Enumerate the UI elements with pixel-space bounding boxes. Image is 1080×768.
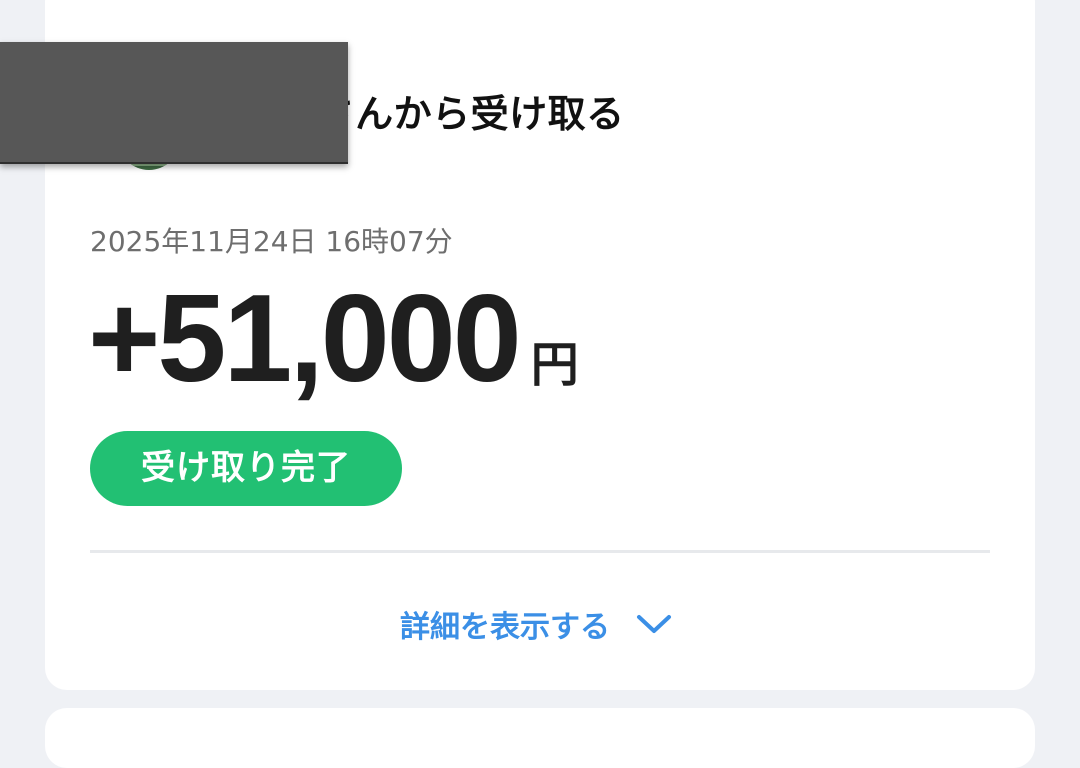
amount-value: +51,000 xyxy=(88,270,522,408)
show-details-label: 詳細を表示する xyxy=(400,610,610,645)
show-details-button[interactable]: 詳細を表示する xyxy=(400,598,672,650)
amount-display: +51,000 円 xyxy=(88,268,579,408)
chevron-down-icon xyxy=(637,615,671,633)
divider xyxy=(90,550,990,553)
redaction-overlay xyxy=(0,42,348,164)
status-badge: 受け取り完了 xyxy=(90,431,402,506)
next-card xyxy=(45,708,1035,768)
transaction-timestamp: 2025年11月24日 16時07分 xyxy=(90,225,453,258)
currency-unit: 円 xyxy=(530,337,579,393)
